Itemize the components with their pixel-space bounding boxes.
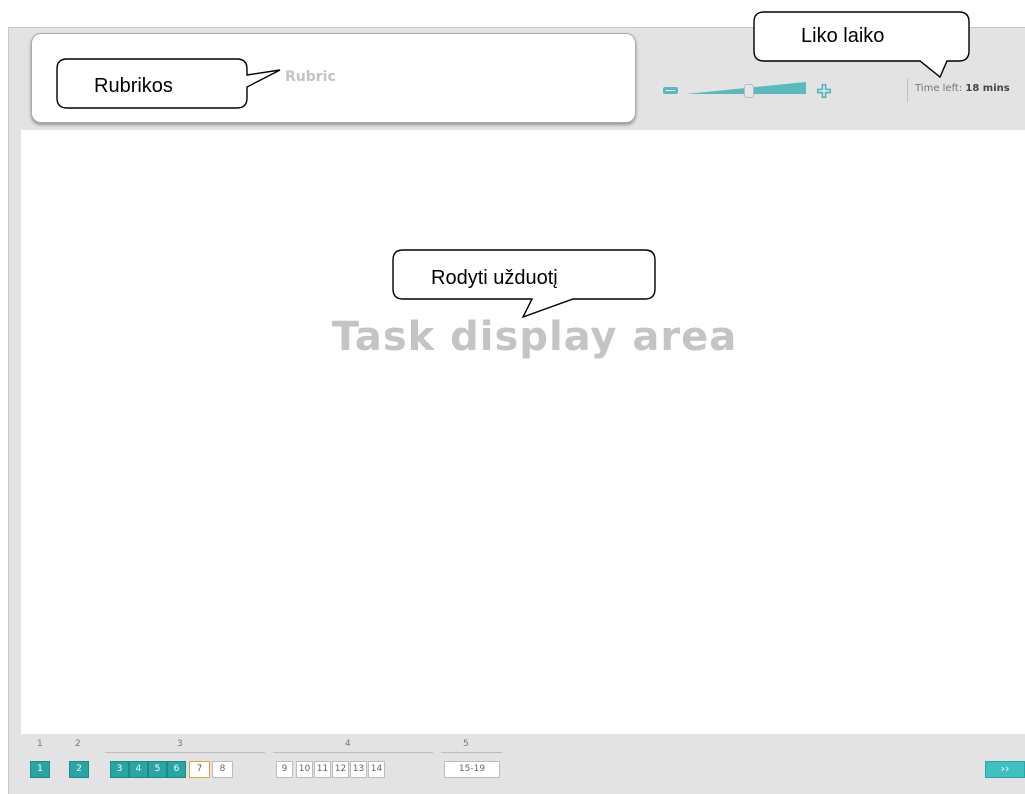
callout-task-text: Rodyti užduotį — [431, 267, 558, 289]
callout-task: Rodyti užduotį — [391, 249, 659, 321]
toolbar-divider — [907, 78, 908, 102]
zoom-slider-thumb[interactable] — [744, 84, 754, 98]
question-button-7[interactable]: 7 — [189, 761, 210, 778]
section-divider — [273, 752, 433, 753]
callout-time-left-text: Liko laiko — [801, 25, 885, 47]
section-number-2: 2 — [75, 739, 81, 749]
callout-rubric-text: Rubrikos — [94, 75, 173, 97]
question-button-5[interactable]: 5 — [148, 761, 167, 778]
question-button-3[interactable]: 3 — [110, 761, 129, 778]
task-display-area — [21, 130, 1025, 734]
question-button-14[interactable]: 14 — [368, 761, 385, 778]
zoom-out-icon[interactable] — [663, 87, 678, 94]
question-button-10[interactable]: 10 — [296, 761, 313, 778]
callout-time-left: Liko laiko — [752, 11, 974, 79]
question-button-13[interactable]: 13 — [350, 761, 367, 778]
question-button-15-19[interactable]: 15-19 — [444, 761, 500, 778]
section-number-1: 1 — [37, 739, 43, 749]
next-button[interactable]: ›› — [985, 761, 1025, 778]
zoom-in-icon[interactable] — [817, 84, 831, 98]
time-left: Time left: 18 mins — [915, 83, 1010, 94]
question-button-1[interactable]: 1 — [30, 761, 50, 778]
question-button-12[interactable]: 12 — [332, 761, 349, 778]
question-button-8[interactable]: 8 — [212, 761, 233, 778]
rubric-label: Rubric — [285, 69, 336, 85]
section-number-4: 4 — [345, 739, 351, 749]
section-number-5: 5 — [463, 739, 469, 749]
section-divider — [105, 752, 265, 753]
question-button-11[interactable]: 11 — [314, 761, 331, 778]
question-button-6[interactable]: 6 — [167, 761, 186, 778]
time-left-label: Time left: — [915, 83, 963, 94]
question-button-2[interactable]: 2 — [69, 761, 89, 778]
section-number-3: 3 — [177, 739, 183, 749]
callout-rubric: Rubrikos — [55, 58, 290, 110]
question-button-4[interactable]: 4 — [129, 761, 148, 778]
time-left-value: 18 mins — [965, 83, 1010, 94]
section-divider — [441, 752, 502, 753]
question-button-9[interactable]: 9 — [276, 761, 293, 778]
